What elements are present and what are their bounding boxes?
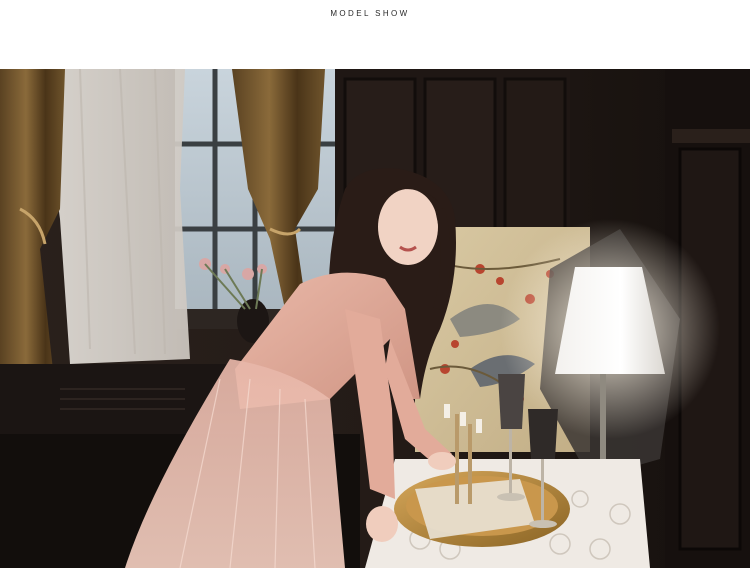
- page-header: MODEL SHOW: [0, 0, 750, 69]
- hand: [366, 506, 398, 542]
- face: [378, 189, 438, 265]
- wine-glass: [498, 374, 525, 429]
- section-title: MODEL SHOW: [330, 9, 410, 18]
- model-show-photo: [0, 69, 750, 568]
- wine-glass-2: [528, 409, 558, 459]
